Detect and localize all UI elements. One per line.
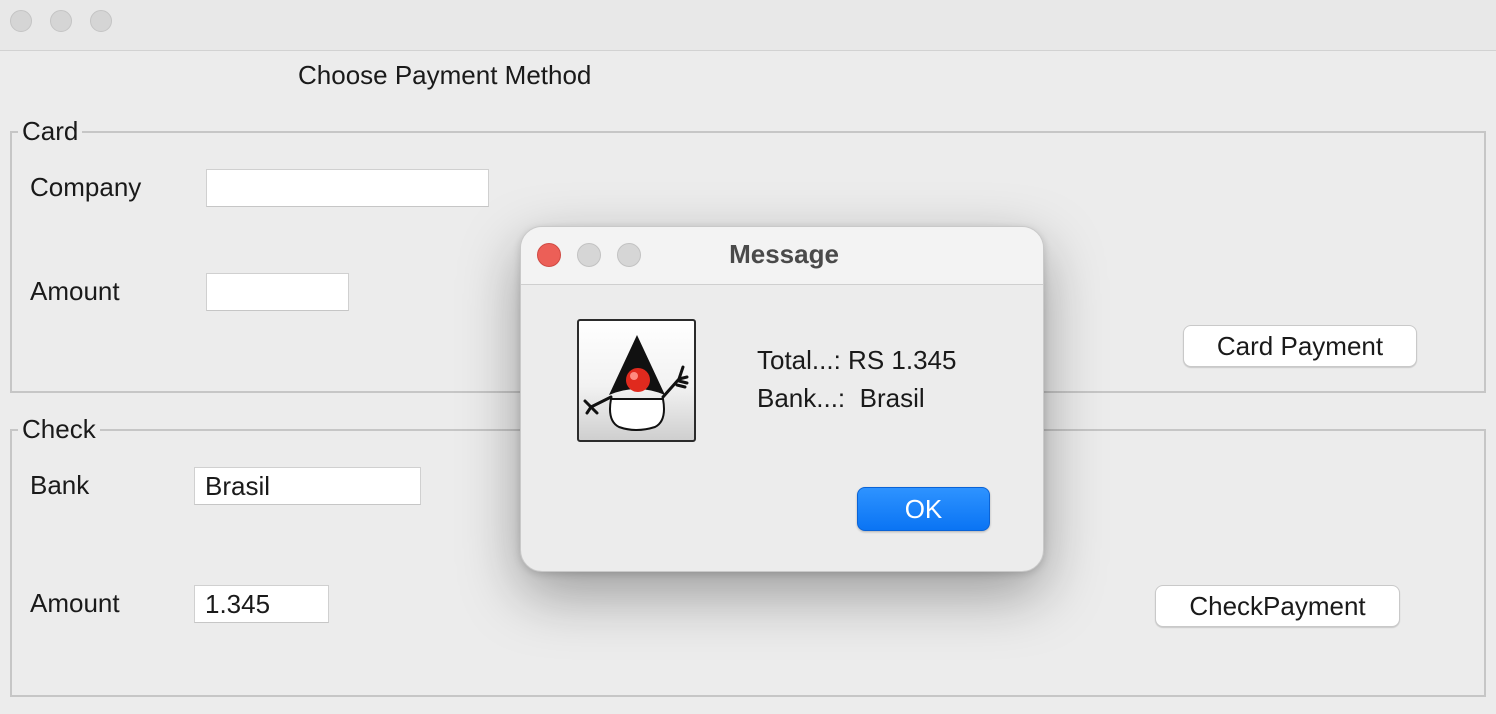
- message-bank-text: Bank...: Brasil: [757, 383, 925, 413]
- close-window-icon[interactable]: [10, 10, 32, 32]
- check-payment-button[interactable]: CheckPayment: [1155, 585, 1400, 627]
- dialog-title: Message: [729, 239, 839, 269]
- bank-label: Bank: [30, 470, 90, 500]
- zoom-window-icon[interactable]: [90, 10, 112, 32]
- card-payment-button[interactable]: Card Payment: [1183, 325, 1417, 367]
- dialog-titlebar: Message: [521, 227, 1043, 285]
- check-amount-field[interactable]: [194, 585, 329, 623]
- card-amount-field[interactable]: [206, 273, 349, 311]
- company-field[interactable]: [206, 169, 489, 207]
- ok-button[interactable]: OK: [857, 487, 990, 531]
- company-label: Company: [30, 172, 142, 202]
- check-group-title: Check: [22, 414, 96, 444]
- page-title: Choose Payment Method: [298, 60, 592, 90]
- message-total-text: Total...: RS 1.345: [757, 345, 957, 375]
- java-duke-icon: [577, 319, 696, 442]
- window-titlebar: [0, 0, 1496, 51]
- message-dialog: Message Total...: RS 1.345 Bank...: Bras…: [520, 226, 1044, 572]
- bank-field[interactable]: [194, 467, 421, 505]
- minimize-window-icon[interactable]: [50, 10, 72, 32]
- check-amount-label: Amount: [30, 588, 120, 618]
- card-group-title: Card: [22, 116, 79, 146]
- card-amount-label: Amount: [30, 276, 120, 306]
